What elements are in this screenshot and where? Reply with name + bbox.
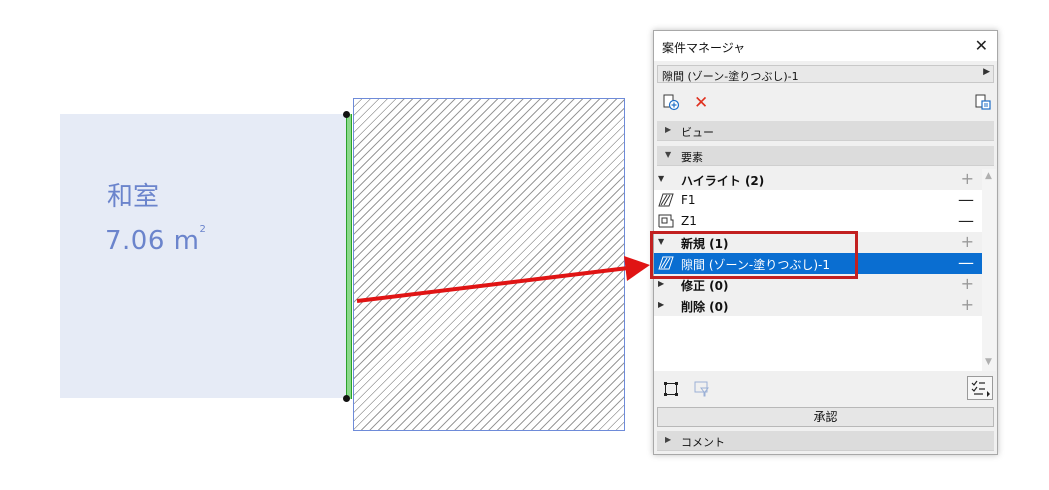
zone-icon — [658, 214, 674, 228]
issue-selector-value: 隙間 (ゾーン-塗りつぶし)-1 — [662, 70, 799, 83]
delete-issue-icon[interactable]: ✕ — [694, 93, 708, 113]
remove-gap-button[interactable]: — — [958, 253, 974, 272]
close-icon[interactable]: ✕ — [975, 36, 988, 55]
annotation-arrow-line — [356, 266, 629, 303]
fill-icon — [658, 193, 674, 207]
annotation-highlight-box — [650, 231, 858, 279]
list-item-z1-label: Z1 — [681, 214, 697, 228]
list-item-f1[interactable]: F1 — — [654, 190, 982, 211]
section-comment[interactable]: ▶ コメント — [657, 431, 994, 451]
section-comment-label: コメント — [681, 436, 725, 449]
caret-right-icon[interactable]: ▶ — [658, 300, 664, 309]
section-view-label: ビュー — [681, 126, 714, 139]
scroll-down-icon[interactable]: ▼ — [985, 357, 992, 367]
section-view[interactable]: ▶ ビュー — [657, 121, 994, 141]
group-delete-label: 削除 (0) — [681, 300, 729, 314]
add-to-modify-button[interactable]: + — [961, 274, 974, 293]
caret-down-icon[interactable]: ▼ — [658, 174, 664, 183]
section-elements-label: 要素 — [681, 151, 703, 164]
annotation-arrow-head — [624, 256, 650, 281]
caret-right-icon: ▶ — [665, 435, 672, 444]
caret-right-icon: ▶ — [665, 125, 672, 134]
select-elements-icon[interactable] — [663, 381, 679, 400]
group-highlight-label: ハイライト (2) — [681, 174, 765, 188]
add-to-highlight-button[interactable]: + — [961, 169, 974, 188]
approve-button[interactable]: 承認 — [657, 407, 994, 427]
add-to-new-button[interactable]: + — [961, 232, 974, 251]
issue-selector-dropdown[interactable]: 隙間 (ゾーン-塗りつぶし)-1 ▶ — [657, 65, 994, 83]
add-to-delete-button[interactable]: + — [961, 295, 974, 314]
chevron-right-icon: ▶ — [983, 67, 990, 77]
list-scrollbar[interactable]: ▲ ▼ — [982, 169, 996, 371]
new-issue-icon[interactable] — [662, 93, 680, 115]
remove-f1-button[interactable]: — — [958, 190, 974, 209]
group-delete[interactable]: ▶ 削除 (0) + — [654, 295, 982, 316]
caret-right-icon[interactable]: ▶ — [658, 279, 664, 288]
group-modify-label: 修正 (0) — [681, 279, 729, 293]
list-item-f1-label: F1 — [681, 193, 696, 207]
scroll-up-icon[interactable]: ▲ — [985, 171, 992, 181]
panel-title: 案件マネージャ — [662, 41, 746, 55]
element-filter-icon[interactable] — [693, 380, 711, 401]
group-highlight[interactable]: ▼ ハイライト (2) + — [654, 169, 982, 190]
list-item-z1[interactable]: Z1 — — [654, 211, 982, 232]
section-elements[interactable]: ▼ 要素 — [657, 146, 994, 166]
remove-z1-button[interactable]: — — [958, 211, 974, 230]
caret-down-icon: ▼ — [665, 150, 672, 159]
checklist-menu-icon[interactable] — [967, 376, 993, 400]
issue-list-icon[interactable] — [974, 93, 992, 115]
panel-titlebar[interactable]: 案件マネージャ ✕ — [654, 31, 997, 61]
